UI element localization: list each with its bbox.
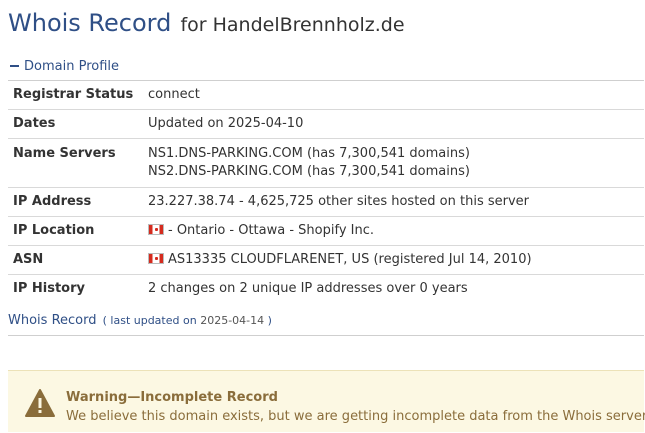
domain-profile-heading: Domain Profile bbox=[24, 58, 119, 74]
ip-location-text: - Ontario - Ottawa - Shopify Inc. bbox=[168, 223, 375, 238]
row-label: Registrar Status bbox=[13, 87, 134, 102]
row-registrar-status: Registrar Status connect bbox=[8, 81, 644, 110]
whois-divider bbox=[8, 335, 644, 336]
domain-profile-table: Registrar Status connect Dates Updated o… bbox=[8, 80, 644, 303]
alert-text: Warning—Incomplete Record We believe thi… bbox=[66, 388, 645, 426]
whois-record-header: Whois Record ( last updated on 2025-04-1… bbox=[8, 313, 644, 331]
last-updated-open: ( last updated on bbox=[102, 314, 197, 327]
row-ip-address: IP Address 23.227.38.74 - 4,625,725 othe… bbox=[8, 188, 644, 217]
row-ip-history: IP History 2 changes on 2 unique IP addr… bbox=[8, 275, 644, 303]
page-title-main: Whois Record bbox=[8, 9, 172, 37]
domain-profile-toggle[interactable]: Domain Profile bbox=[8, 56, 644, 76]
row-value: 23.227.38.74 - 4,625,725 other sites hos… bbox=[148, 194, 530, 209]
whois-last-updated: ( last updated on 2025-04-14 ) bbox=[103, 314, 272, 327]
last-updated-date: 2025-04-14 bbox=[200, 314, 265, 327]
row-label: Dates bbox=[13, 116, 56, 131]
alert-title: Warning—Incomplete Record bbox=[66, 390, 278, 405]
row-ip-location: IP Location - Ontario - Ottawa - Shopify… bbox=[8, 217, 644, 246]
row-value: 2 changes on 2 unique IP addresses over … bbox=[148, 281, 468, 296]
row-label: IP History bbox=[13, 281, 85, 296]
row-dates: Dates Updated on 2025-04-10 bbox=[8, 110, 644, 139]
name-server-1: NS1.DNS-PARKING.COM (has 7,300,541 domai… bbox=[148, 146, 470, 161]
row-value: connect bbox=[148, 87, 200, 102]
row-value: AS13335 CLOUDFLARENET, US (registered Ju… bbox=[138, 246, 532, 274]
last-updated-close: ) bbox=[267, 314, 272, 327]
row-value: NS1.DNS-PARKING.COM (has 7,300,541 domai… bbox=[138, 139, 470, 187]
name-server-2: NS2.DNS-PARKING.COM (has 7,300,541 domai… bbox=[148, 164, 470, 179]
row-label: ASN bbox=[13, 252, 44, 267]
row-value: Updated on 2025-04-10 bbox=[148, 116, 304, 131]
incomplete-record-alert: Warning—Incomplete Record We believe thi… bbox=[8, 370, 645, 432]
whois-record-heading: Whois Record bbox=[8, 313, 97, 328]
row-label: IP Address bbox=[13, 194, 92, 209]
warning-triangle-icon bbox=[25, 389, 55, 417]
asn-text: AS13335 CLOUDFLARENET, US (registered Ju… bbox=[168, 252, 532, 267]
collapse-minus-icon[interactable] bbox=[10, 65, 19, 67]
page: Whois Record for HandelBrennholz.de Doma… bbox=[8, 0, 644, 336]
row-name-servers: Name Servers NS1.DNS-PARKING.COM (has 7,… bbox=[8, 139, 644, 188]
page-title-domain: for HandelBrennholz.de bbox=[180, 14, 405, 36]
flag-canada-icon bbox=[148, 224, 164, 235]
row-label: Name Servers bbox=[13, 146, 116, 161]
row-label: IP Location bbox=[13, 223, 95, 238]
row-asn: ASN AS13335 CLOUDFLARENET, US (registere… bbox=[8, 246, 644, 275]
alert-message: We believe this domain exists, but we ar… bbox=[66, 409, 645, 424]
page-title: Whois Record for HandelBrennholz.de bbox=[8, 8, 644, 42]
row-value: - Ontario - Ottawa - Shopify Inc. bbox=[138, 217, 374, 245]
flag-canada-icon bbox=[148, 253, 164, 264]
